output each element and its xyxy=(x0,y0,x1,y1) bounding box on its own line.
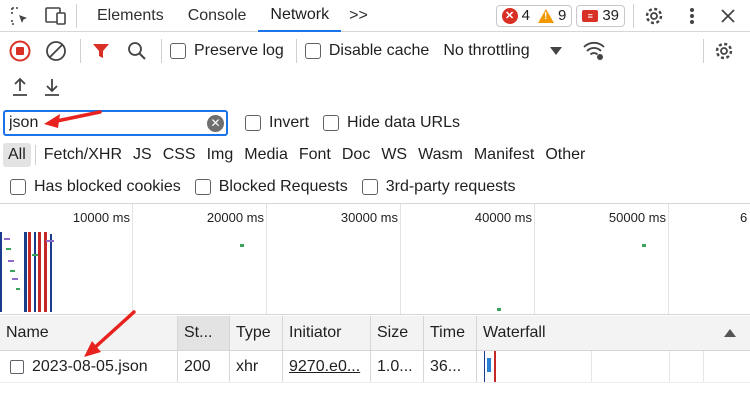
issues-counter[interactable]: ≡ 39 xyxy=(576,4,625,27)
hide-data-urls-checkbox[interactable] xyxy=(323,115,340,131)
type-filter-other[interactable]: Other xyxy=(540,143,590,167)
close-devtools-icon[interactable] xyxy=(716,4,740,28)
third-party-requests-label: 3rd-party requests xyxy=(385,178,516,195)
type-filter-fetch-xhr[interactable]: Fetch/XHR xyxy=(39,143,127,167)
issues-icon: ≡ xyxy=(582,9,599,22)
disable-cache-checkbox[interactable] xyxy=(304,43,321,59)
column-header-status[interactable]: St... xyxy=(178,316,230,350)
blocked-requests-checkbox[interactable] xyxy=(194,179,211,195)
type-filter-css[interactable]: CSS xyxy=(158,143,201,167)
request-initiator-cell[interactable]: 9270.e0... xyxy=(283,351,371,382)
waterfall-load-line xyxy=(494,351,496,382)
column-header-time[interactable]: Time xyxy=(424,316,477,350)
request-status: 200 xyxy=(178,351,230,382)
throttling-select[interactable]: No throttling xyxy=(443,42,562,60)
blocked-filters-row: Has blocked cookies Blocked Requests 3rd… xyxy=(0,174,750,200)
clear-filter-icon[interactable]: ✕ xyxy=(207,114,224,132)
blocked-requests-label: Blocked Requests xyxy=(218,178,348,195)
filter-funnel-icon[interactable] xyxy=(89,39,113,63)
filter-input-box: ✕ xyxy=(3,110,228,136)
column-header-initiator[interactable]: Initiator xyxy=(283,316,371,350)
filter-row: ✕ Invert Hide data URLs xyxy=(0,108,750,138)
type-filter-font[interactable]: Font xyxy=(294,143,336,167)
network-toolbar: Preserve log Disable cache No throttling xyxy=(0,34,750,68)
filter-input[interactable] xyxy=(5,114,195,132)
import-export-toolbar xyxy=(0,70,750,104)
document-file-icon xyxy=(10,359,24,374)
resource-type-filters: All Fetch/XHR JS CSS Img Media Font Doc … xyxy=(0,141,750,169)
preserve-log-checkbox[interactable] xyxy=(170,43,186,59)
column-header-type[interactable]: Type xyxy=(230,316,283,350)
error-count: 4 xyxy=(521,7,530,24)
warning-icon xyxy=(537,8,554,23)
more-options-kebab-icon[interactable] xyxy=(680,4,704,28)
settings-gear-icon[interactable] xyxy=(642,4,666,28)
error-icon: ✕ xyxy=(501,7,518,24)
error-warning-counter[interactable]: ✕ 4 9 xyxy=(495,4,573,27)
type-filter-doc[interactable]: Doc xyxy=(337,143,375,167)
tab-network[interactable]: Network xyxy=(258,0,342,32)
table-header-row: Name St... Type Initiator Size Time Wate… xyxy=(0,316,750,351)
type-filter-all[interactable]: All xyxy=(3,143,31,167)
throttling-value: No throttling xyxy=(443,42,530,59)
type-filter-manifest[interactable]: Manifest xyxy=(469,143,539,167)
more-tabs-chevron[interactable]: >> xyxy=(341,0,376,32)
preserve-log-label: Preserve log xyxy=(194,42,284,59)
device-toolbar-icon[interactable] xyxy=(44,4,68,28)
search-icon[interactable] xyxy=(125,39,149,63)
chevron-down-icon xyxy=(549,47,562,55)
request-name-cell[interactable]: 2023-08-05.json xyxy=(0,351,178,382)
inspect-element-icon[interactable] xyxy=(8,4,32,28)
request-size: 1.0... xyxy=(371,351,424,382)
request-type: xhr xyxy=(230,351,283,382)
request-initiator-link[interactable]: 9270.e0... xyxy=(289,358,360,376)
overview-request-bars xyxy=(0,232,646,312)
hide-data-urls-label: Hide data URLs xyxy=(347,114,460,131)
has-blocked-cookies-label: Has blocked cookies xyxy=(34,178,181,195)
invert-checkbox[interactable] xyxy=(245,115,261,131)
import-har-upload-icon[interactable] xyxy=(8,75,32,99)
has-blocked-cookies-checkbox[interactable] xyxy=(10,179,26,195)
network-overview-timeline[interactable]: 10000 ms 20000 ms 30000 ms 40000 ms 5000… xyxy=(0,203,750,315)
record-stop-icon[interactable] xyxy=(8,39,32,63)
clear-icon[interactable] xyxy=(44,39,68,63)
column-header-name[interactable]: Name xyxy=(0,316,178,350)
issues-count: 39 xyxy=(602,7,619,24)
network-conditions-wifi-icon[interactable] xyxy=(582,39,606,63)
column-header-waterfall[interactable]: Waterfall xyxy=(477,316,750,350)
tab-elements[interactable]: Elements xyxy=(85,0,176,32)
third-party-requests-checkbox[interactable] xyxy=(361,179,378,195)
type-filter-js[interactable]: JS xyxy=(128,143,157,167)
table-row[interactable]: 2023-08-05.json 200 xhr 9270.e0... 1.0..… xyxy=(0,351,750,383)
waterfall-bar xyxy=(487,358,491,372)
invert-label: Invert xyxy=(269,114,310,131)
waterfall-domcontentloaded-line xyxy=(484,351,485,382)
request-time: 36... xyxy=(424,351,477,382)
disable-cache-label: Disable cache xyxy=(328,42,430,59)
devtools-tab-bar: Elements Console Network >> ✕ 4 9 ≡ 39 xyxy=(0,0,750,32)
type-filter-img[interactable]: Img xyxy=(202,143,239,167)
network-settings-gear-icon[interactable] xyxy=(712,39,736,63)
export-har-download-icon[interactable] xyxy=(40,75,64,99)
network-requests-table: Name St... Type Initiator Size Time Wate… xyxy=(0,316,750,397)
type-filter-media[interactable]: Media xyxy=(239,143,293,167)
sort-ascending-icon xyxy=(724,329,736,337)
type-filter-ws[interactable]: WS xyxy=(376,143,412,167)
tab-console[interactable]: Console xyxy=(176,0,259,32)
column-header-size[interactable]: Size xyxy=(371,316,424,350)
warning-count: 9 xyxy=(557,7,567,24)
request-name: 2023-08-05.json xyxy=(32,357,148,375)
type-filter-wasm[interactable]: Wasm xyxy=(413,143,468,167)
waterfall-label: Waterfall xyxy=(483,324,546,341)
request-waterfall-cell xyxy=(477,351,750,382)
